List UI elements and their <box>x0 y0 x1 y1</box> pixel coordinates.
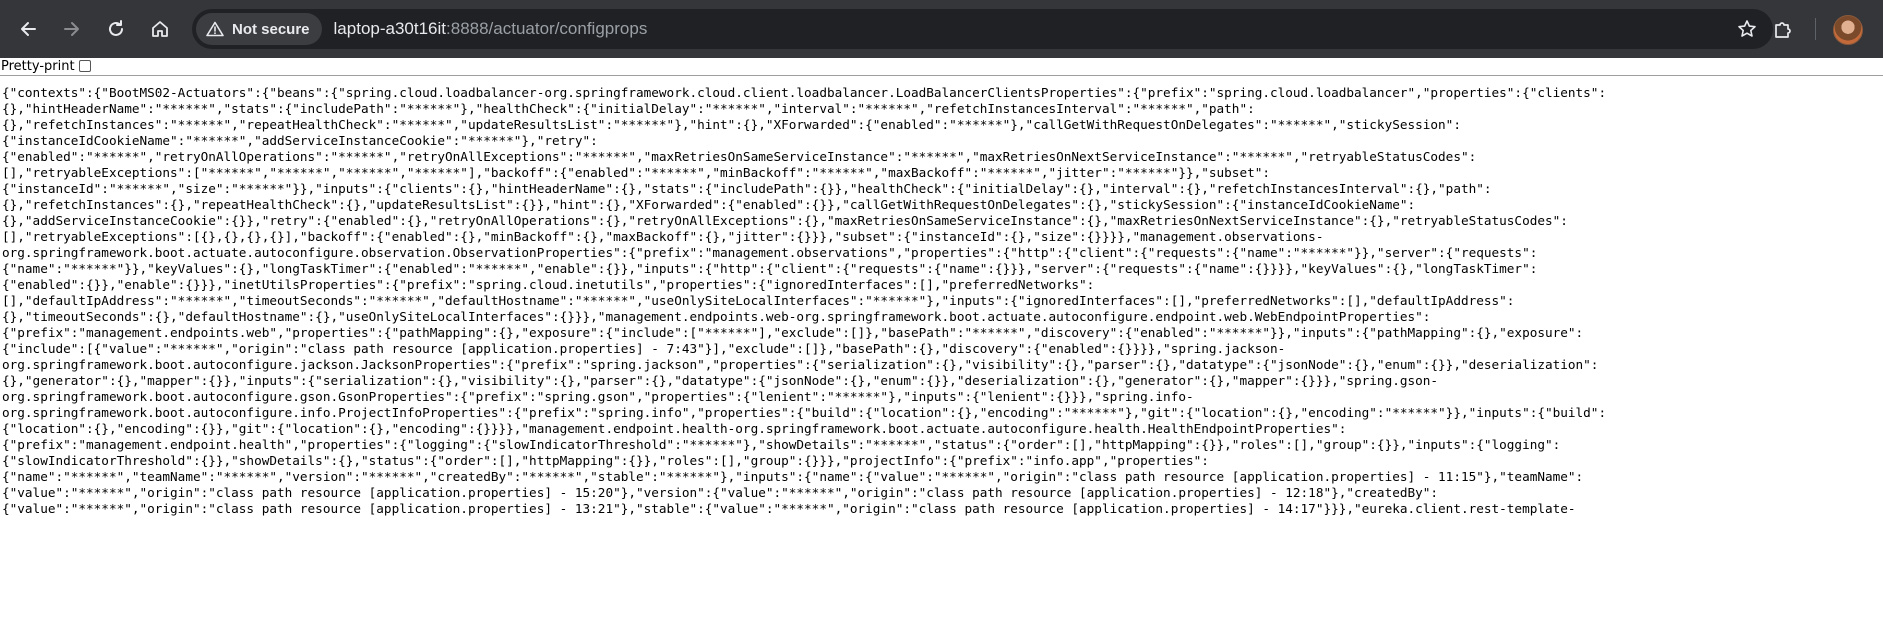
url-text[interactable]: laptop-a30t16it:8888/actuator/configprop… <box>334 19 648 39</box>
url-host: laptop-a30t16it <box>333 19 447 38</box>
security-label: Not secure <box>232 20 310 38</box>
puzzle-icon <box>1775 22 1791 38</box>
json-line: org.springframework.boot.actuate.autocon… <box>2 245 1538 260</box>
json-line: [],"defaultIpAddress":"******","timeoutS… <box>2 293 1515 308</box>
json-line: {"instanceId":"******","size":"******"}}… <box>2 181 1492 196</box>
json-line: {"slowIndicatorThreshold":{}},"showDetai… <box>2 453 1209 468</box>
bookmark-star-icon[interactable] <box>1731 13 1763 45</box>
json-line: {"name":"******","teamName":"******","ve… <box>2 469 1584 484</box>
arrow-left-icon <box>21 22 36 36</box>
separator-line <box>0 75 1883 76</box>
home-button[interactable] <box>140 9 180 49</box>
json-line: {"contexts":{"BootMS02-Actuators":{"bean… <box>2 85 1607 100</box>
pretty-print-label: Pretty-print <box>1 58 75 74</box>
json-line: {},"timeoutSeconds":{},"defaultHostname"… <box>2 309 1431 324</box>
json-line: {"name":"******"}},"keyValues":{},"longT… <box>2 261 1538 276</box>
extensions-button[interactable] <box>1763 9 1803 49</box>
json-line: org.springframework.boot.autoconfigure.j… <box>2 357 1599 372</box>
browser-toolbar: Not secure laptop-a30t16it:8888/actuator… <box>0 0 1883 58</box>
json-line: {"include":[{"value":"******","origin":"… <box>2 341 1286 356</box>
home-icon <box>152 21 168 37</box>
warning-triangle-icon <box>206 21 224 37</box>
pretty-print-checkbox[interactable] <box>78 60 91 72</box>
json-content: {"contexts":{"BootMS02-Actuators":{"bean… <box>0 85 1880 622</box>
json-line: [],"retryableExceptions":["******","****… <box>2 165 1270 180</box>
security-indicator[interactable]: Not secure <box>196 13 322 45</box>
json-line: [],"retryableExceptions":[{},{},{},{}],"… <box>2 229 1324 244</box>
json-line: org.springframework.boot.autoconfigure.g… <box>2 389 1194 404</box>
json-line: {"enabled":"******","retryOnAllOperation… <box>2 149 1477 164</box>
json-line: org.springframework.boot.autoconfigure.i… <box>2 405 1607 420</box>
json-line: {},"addServiceInstanceCookie":{}},"retry… <box>2 213 1568 228</box>
profile-avatar[interactable] <box>1833 15 1863 45</box>
json-line: {"prefix":"management.endpoint.health","… <box>2 437 1561 452</box>
back-button[interactable] <box>8 9 48 49</box>
reload-icon <box>109 20 123 36</box>
json-line: {"prefix":"management.endpoints.web","pr… <box>2 325 1584 340</box>
pretty-print-control[interactable]: Pretty-print <box>0 57 91 75</box>
json-line: {"enabled":{}},"enable":{}}},"inetUtilsP… <box>2 277 1095 292</box>
json-line: {},"hintHeaderName":"******","stats":{"i… <box>2 101 1255 116</box>
json-line: {"value":"******","origin":"class path r… <box>2 485 1439 500</box>
address-bar[interactable]: Not secure laptop-a30t16it:8888/actuator… <box>192 9 1773 49</box>
json-line: {},"generator":{},"mapper":{}},"inputs":… <box>2 373 1439 388</box>
json-line: {"value":"******","origin":"class path r… <box>2 501 1576 516</box>
arrow-right-icon <box>64 22 79 36</box>
json-line: {"location":{},"encoding":{}},"git":{"lo… <box>2 421 1347 436</box>
json-line: {},"refetchInstances":{},"repeatHealthCh… <box>2 197 1416 212</box>
forward-button[interactable] <box>52 9 92 49</box>
json-line: {},"refetchInstances":"******","repeatHe… <box>2 117 1461 132</box>
toolbar-divider <box>1815 18 1816 40</box>
url-path: :8888/actuator/configprops <box>446 19 648 38</box>
reload-button[interactable] <box>96 9 136 49</box>
json-line: {"instanceIdCookieName":"******","addSer… <box>2 133 598 148</box>
